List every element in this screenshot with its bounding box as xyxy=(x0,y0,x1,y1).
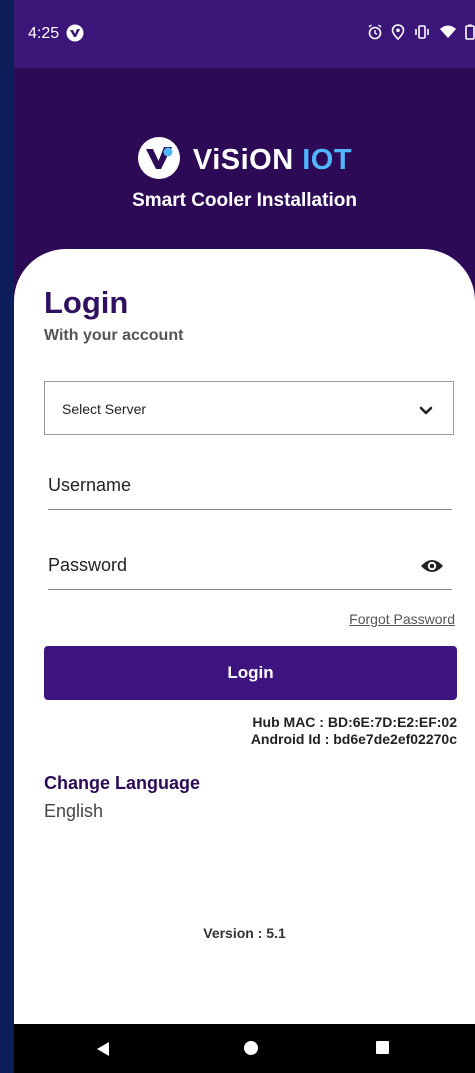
location-icon xyxy=(391,24,405,45)
recents-icon[interactable] xyxy=(376,1041,389,1054)
hub-mac: Hub MAC : BD:6E:7D:E2:EF:02 xyxy=(252,714,457,730)
login-button[interactable]: Login xyxy=(44,646,457,700)
brand-primary: ViSiON xyxy=(192,144,294,176)
password-placeholder: Password xyxy=(48,555,128,575)
language-value[interactable]: English xyxy=(44,801,103,822)
app-screen: 4:25 ViSiON IOT Smart Cooler Installatio… xyxy=(14,0,475,1073)
vision-logo-icon xyxy=(137,136,181,185)
status-time: 4:25 xyxy=(28,25,60,42)
battery-icon xyxy=(465,24,475,45)
brand-name: ViSiON IOT xyxy=(193,144,352,177)
password-field[interactable]: Password xyxy=(48,555,452,590)
forgot-password-link[interactable]: Forgot Password xyxy=(349,611,455,627)
brand-accent: IOT xyxy=(302,144,353,176)
server-select[interactable]: Select Server xyxy=(44,381,454,435)
status-icons xyxy=(367,24,475,45)
app-version: Version : 5.1 xyxy=(203,925,286,941)
server-select-label: Select Server xyxy=(62,401,147,417)
vibrate-icon xyxy=(413,24,431,45)
back-icon[interactable] xyxy=(96,1041,110,1062)
change-language-label[interactable]: Change Language xyxy=(44,773,200,794)
home-icon[interactable] xyxy=(244,1041,258,1055)
alarm-icon xyxy=(367,24,383,45)
login-title: Login xyxy=(44,285,129,320)
wifi-icon xyxy=(439,24,457,45)
app-subtitle: Smart Cooler Installation xyxy=(132,190,357,211)
vision-app-icon xyxy=(66,24,84,47)
chevron-down-icon xyxy=(419,403,433,421)
status-bar: 4:25 xyxy=(14,0,475,68)
brand-logo: ViSiON IOT xyxy=(14,136,475,185)
username-placeholder: Username xyxy=(48,475,132,495)
login-card: Login With your account Select Server Us… xyxy=(14,249,475,1024)
navigation-bar xyxy=(14,1024,475,1073)
show-password-icon[interactable] xyxy=(420,557,444,580)
login-subtitle: With your account xyxy=(44,327,184,344)
android-id: Android Id : bd6e7de2ef02270c xyxy=(250,731,457,747)
username-field[interactable]: Username xyxy=(48,475,452,510)
device-info: Hub MAC : BD:6E:7D:E2:EF:02 Android Id :… xyxy=(251,714,457,748)
